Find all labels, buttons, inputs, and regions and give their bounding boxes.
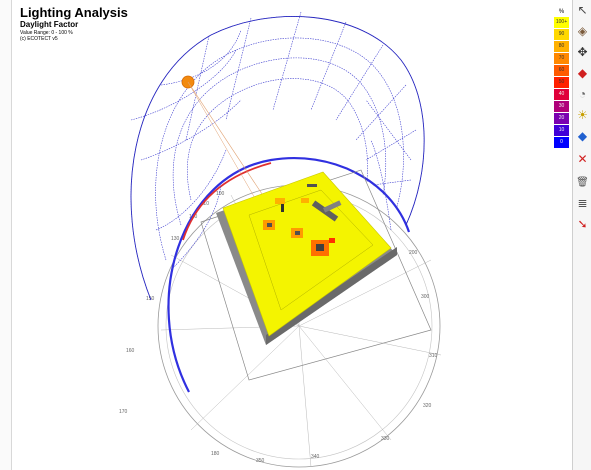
analysis-header: Lighting Analysis Daylight Factor Value … <box>20 5 128 43</box>
compass-label: 340 <box>311 454 320 460</box>
compass-label: 320 <box>423 403 432 409</box>
legend-swatch: 10 <box>554 125 569 136</box>
stack-icon[interactable]: ≣ <box>575 196 590 211</box>
compass-label: 330 <box>381 436 390 442</box>
sun-icon[interactable]: ☀ <box>575 108 590 123</box>
compass-label: 130 <box>171 236 180 242</box>
legend-swatch: 0 <box>554 137 569 148</box>
export-icon[interactable]: ➘ <box>575 217 590 232</box>
legend-swatch: 60 <box>554 65 569 76</box>
compass-label: 200 <box>409 250 418 256</box>
compass-label: 310 <box>429 353 438 359</box>
legend-swatch: 90 <box>554 29 569 40</box>
compass-label: 100 <box>216 191 225 197</box>
gem-icon[interactable]: ◆ <box>575 129 590 144</box>
compass-label: 180 <box>211 451 220 457</box>
cross-marker-icon[interactable]: ✕ <box>575 152 590 167</box>
trash-icon[interactable]: 🗑 <box>575 175 590 190</box>
compass-label: 300 <box>421 294 430 300</box>
cursor-arrow-icon[interactable]: ↖ <box>575 3 590 18</box>
legend-swatch: 70 <box>554 53 569 64</box>
right-toolbar: ↖ ◈ ✥ ◆ ◔ ☀ ◆ ✕ 🗑 ≣ ➘ <box>572 0 591 470</box>
zoom-icon[interactable]: ◔ <box>575 87 590 102</box>
node-edit-icon[interactable]: ✥ <box>575 45 590 60</box>
analysis-subtitle: Daylight Factor <box>20 20 79 29</box>
compass-label: 350 <box>256 458 265 464</box>
3d-viewport[interactable]: 100 110 120 130 150 160 170 180 200 300 … <box>11 0 548 470</box>
legend-swatch: 30 <box>554 101 569 112</box>
legend-swatch: 40 <box>554 89 569 100</box>
legend-swatch: 100+ <box>554 17 569 28</box>
compass-label: 160 <box>126 348 135 354</box>
compass-label: 170 <box>119 409 128 415</box>
legend-swatch: 20 <box>554 113 569 124</box>
page-title: Lighting Analysis <box>20 5 128 20</box>
legend-swatch: 50 <box>554 77 569 88</box>
paint-bucket-icon[interactable]: ◈ <box>575 24 590 39</box>
scene-svg: 100 110 120 130 150 160 170 180 200 300 … <box>119 11 442 468</box>
fill-tool-icon[interactable]: ◆ <box>575 66 590 81</box>
color-legend: % 100+ 90 80 70 60 50 40 30 20 10 0 <box>554 8 569 149</box>
legend-unit: % <box>558 9 565 15</box>
credit-text: (c) ECOTECT v5 <box>20 36 58 42</box>
legend-swatch: 80 <box>554 41 569 52</box>
